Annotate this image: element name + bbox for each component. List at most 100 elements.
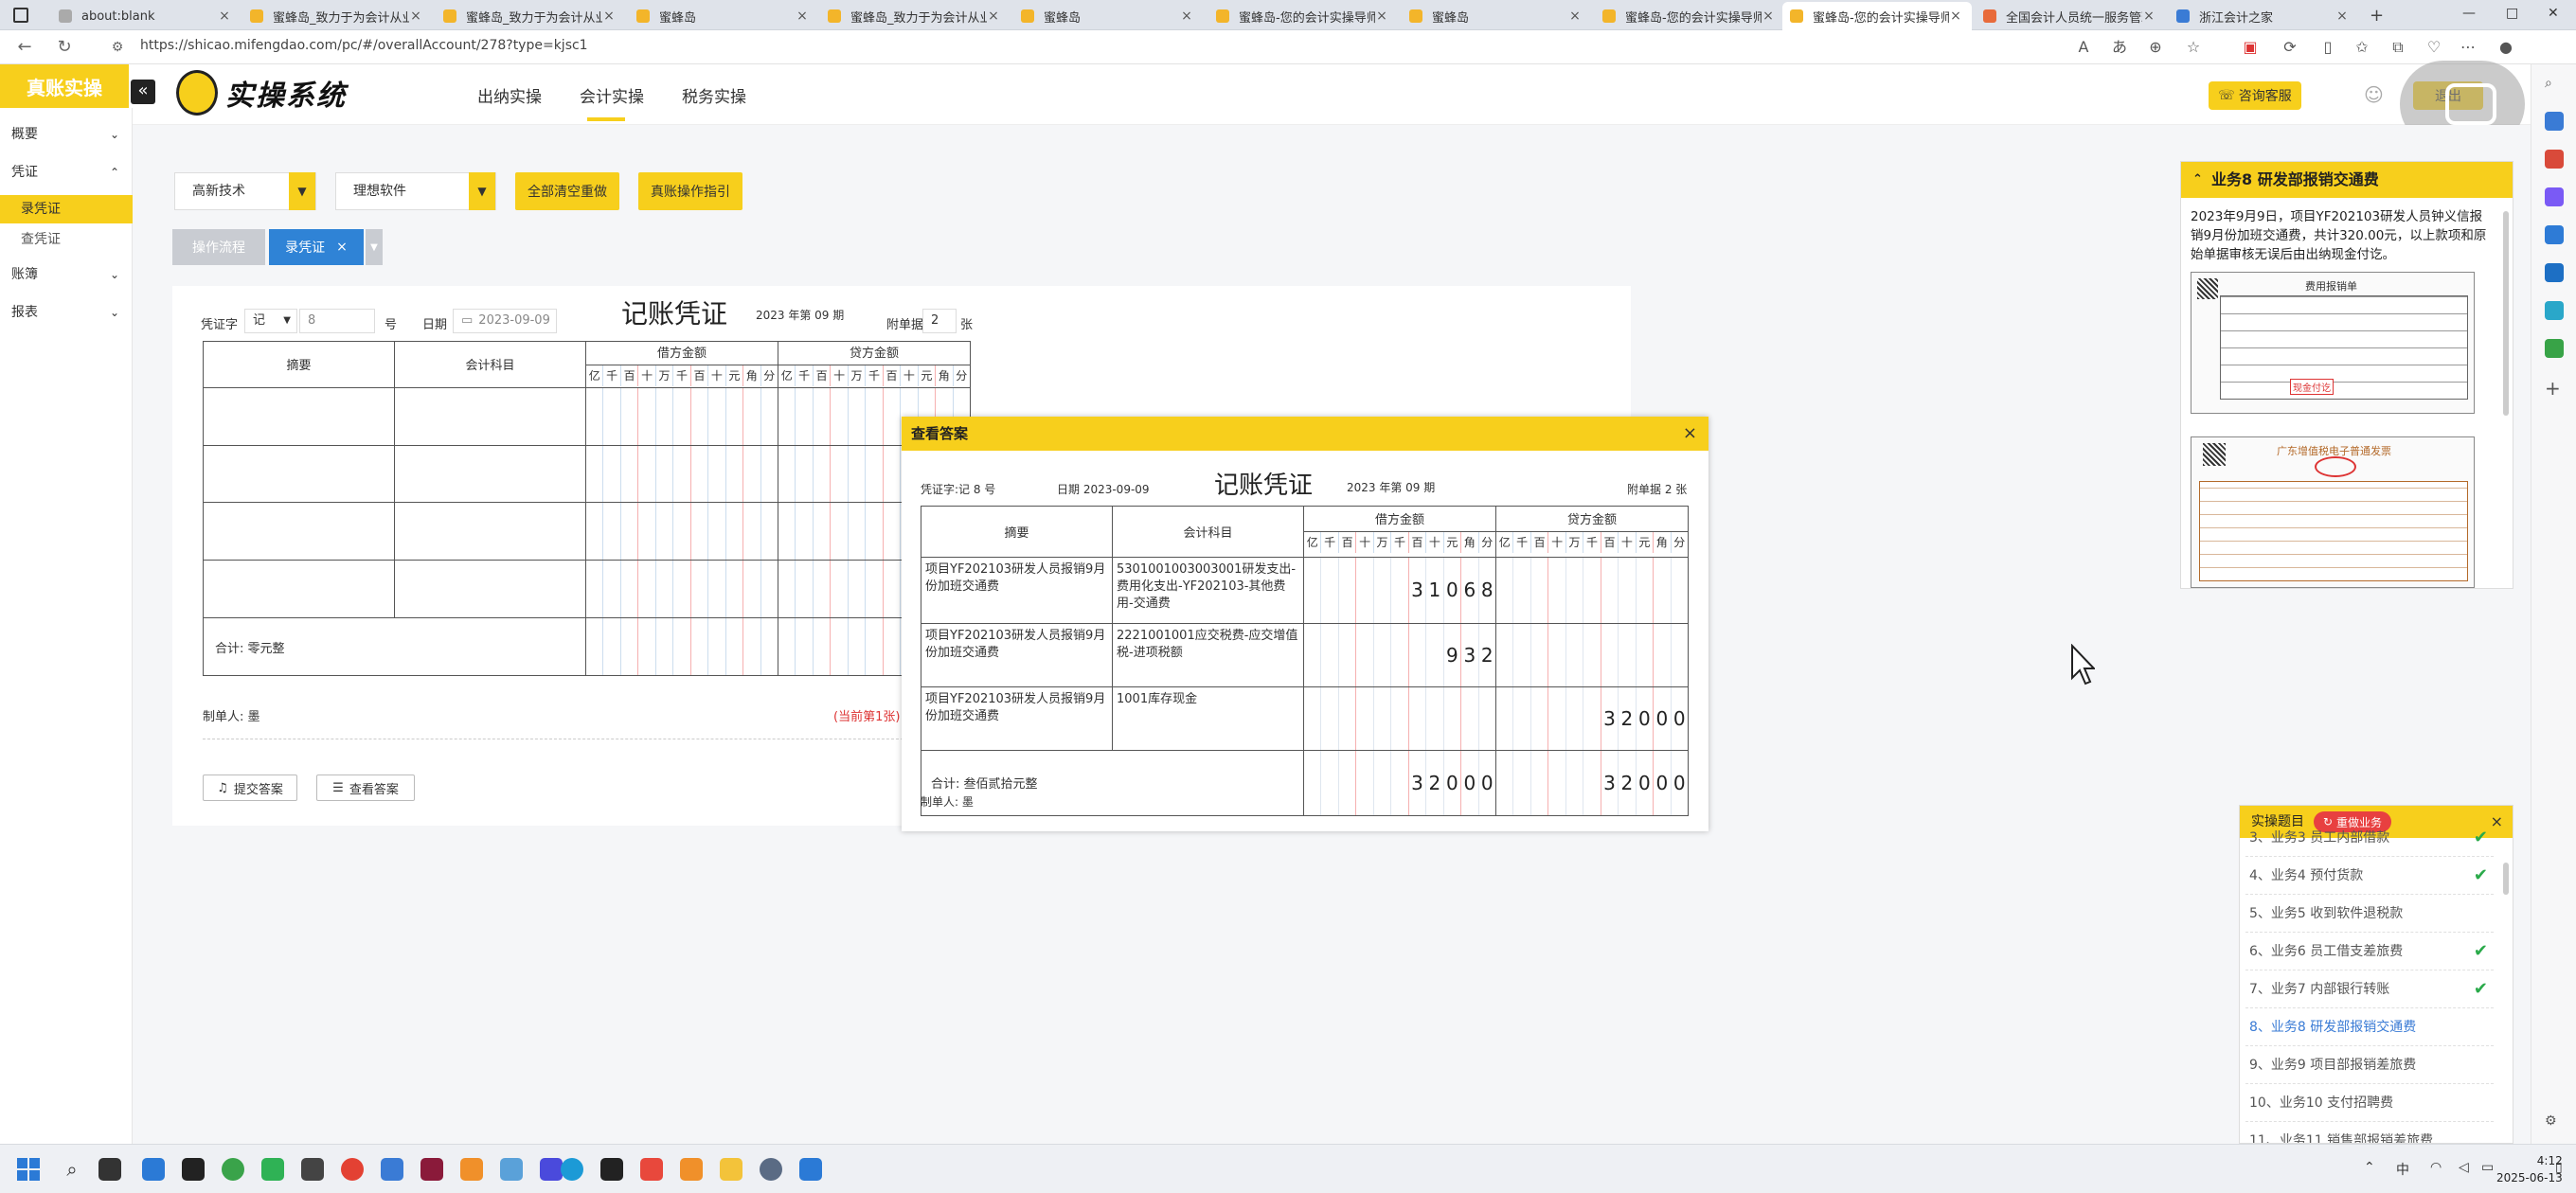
browser-tab[interactable]: 蜜蜂岛-您的会计实操导师 × xyxy=(1782,2,1972,30)
close-window-icon[interactable]: ✕ xyxy=(2548,6,2559,21)
app-icon-1[interactable] xyxy=(142,1158,165,1181)
table-row[interactable] xyxy=(203,444,971,504)
app-icon-8[interactable] xyxy=(420,1158,443,1181)
collapse-sidebar-icon[interactable]: « xyxy=(131,80,155,104)
reset-all-button[interactable]: 全部清空重做 xyxy=(515,172,619,210)
tab-entry-voucher[interactable]: 录凭证 × xyxy=(269,229,364,265)
summary-cell[interactable] xyxy=(203,444,395,504)
reload-icon[interactable]: ↻ xyxy=(55,38,74,57)
task-list-item[interactable]: 4、业务4 预付货款 ✔ xyxy=(2245,857,2494,895)
browser-tab[interactable]: 蜜蜂岛 × xyxy=(1402,2,1591,30)
nav-accounting[interactable]: 会计实操 xyxy=(580,83,644,107)
app-icon-15[interactable] xyxy=(680,1158,703,1181)
task-list-item[interactable]: 7、业务7 内部银行转账 ✔ xyxy=(2245,970,2494,1008)
extension-red-icon[interactable]: ▣ xyxy=(2241,38,2260,57)
app-icon-3[interactable] xyxy=(222,1158,244,1181)
task-list-item[interactable]: 5、业务5 收到软件退税款 xyxy=(2245,895,2494,933)
close-icon[interactable]: × xyxy=(1375,9,1388,24)
submit-answer-button[interactable]: ♫ 提交答案 xyxy=(203,775,297,801)
voucher-word-select[interactable]: 记 ▼ xyxy=(244,309,297,333)
sidebar-sub-entry-voucher[interactable]: 录凭证 xyxy=(0,195,133,223)
more-menu-icon[interactable]: ⋯ xyxy=(2459,38,2478,57)
close-icon[interactable]: × xyxy=(336,240,348,255)
task-list-item[interactable]: 8、业务8 研发部报销交通费 xyxy=(2245,1008,2494,1046)
app-icon-18[interactable] xyxy=(799,1158,822,1181)
task-list-item[interactable]: 9、业务9 项目部报销差旅费 xyxy=(2245,1046,2494,1084)
close-icon[interactable]: × xyxy=(602,9,616,24)
invoice-image[interactable]: 广东增值税电子普通发票 xyxy=(2191,436,2475,588)
close-icon[interactable]: × xyxy=(1762,9,1775,24)
drop-icon[interactable] xyxy=(2545,301,2564,320)
attach-count-input[interactable]: 2 xyxy=(922,309,957,333)
tab-dropdown-icon[interactable]: ▼ xyxy=(366,229,383,265)
browser-essentials-icon[interactable]: ♡ xyxy=(2424,38,2443,57)
app-icon-7[interactable] xyxy=(381,1158,403,1181)
wifi-icon[interactable]: ◠ xyxy=(2430,1160,2442,1175)
summary-cell[interactable] xyxy=(203,502,395,561)
task-list-item[interactable]: 6、业务6 员工借支差旅费 ✔ xyxy=(2245,933,2494,970)
close-icon[interactable]: × xyxy=(2142,9,2156,24)
notification-icon[interactable]: ▯ xyxy=(2555,1160,2563,1175)
settings-icon[interactable] xyxy=(760,1158,782,1181)
ime-indicator[interactable]: 中 xyxy=(2396,1160,2409,1179)
app-icon-11[interactable] xyxy=(540,1158,563,1181)
debit-cell[interactable] xyxy=(585,386,778,446)
browser-tab[interactable]: 蜜蜂岛-您的会计实操导师 × xyxy=(1208,2,1398,30)
office-icon[interactable] xyxy=(2545,225,2564,244)
add-icon[interactable]: + xyxy=(2545,377,2564,400)
close-icon[interactable]: × xyxy=(1949,9,1962,24)
app-icon-2[interactable] xyxy=(182,1158,205,1181)
clock[interactable]: 4:12 2025-06-13 xyxy=(2496,1152,2563,1186)
refresh-ext-icon[interactable]: ⟳ xyxy=(2281,38,2299,57)
tools-icon[interactable] xyxy=(2545,150,2564,169)
task-view-icon[interactable] xyxy=(98,1158,121,1181)
battery-icon[interactable]: ▭ xyxy=(2481,1160,2494,1175)
tab-operation-flow[interactable]: 操作流程 xyxy=(172,229,265,265)
browser-tab[interactable]: 蜜蜂岛_致力于为会计从业 × xyxy=(436,2,625,30)
close-icon[interactable]: × xyxy=(987,9,1000,24)
chevron-up-icon[interactable]: ⌃ xyxy=(2192,162,2203,198)
close-icon[interactable]: × xyxy=(218,9,231,24)
app-icon-5[interactable] xyxy=(301,1158,324,1181)
back-icon[interactable]: ← xyxy=(15,38,34,57)
task-list-item[interactable]: 11、业务11 销售部报销差旅费 xyxy=(2245,1122,2494,1143)
task-list-item[interactable]: 10、业务10 支付招聘费 xyxy=(2245,1084,2494,1122)
new-tab-icon[interactable]: + xyxy=(2370,6,2384,26)
profile-avatar-icon[interactable]: ● xyxy=(2496,38,2515,57)
debit-cell[interactable] xyxy=(585,444,778,504)
date-input[interactable]: ▭ 2023-09-09 xyxy=(453,309,557,333)
guide-button[interactable]: 真账操作指引 xyxy=(638,172,742,210)
browser-tab[interactable]: 蜜蜂岛_致力于为会计从业 × xyxy=(820,2,1010,30)
minimize-icon[interactable]: — xyxy=(2462,6,2476,21)
translate-icon[interactable]: あ xyxy=(2110,38,2129,57)
app-icon-9[interactable] xyxy=(460,1158,483,1181)
outlook-icon[interactable] xyxy=(2545,263,2564,282)
close-icon[interactable]: × xyxy=(1568,9,1582,24)
table-row[interactable] xyxy=(203,560,971,619)
games-icon[interactable] xyxy=(2545,187,2564,206)
account-cell[interactable] xyxy=(394,502,586,561)
chrome-icon[interactable] xyxy=(341,1158,364,1181)
app-icon-14[interactable] xyxy=(640,1158,663,1181)
url-field[interactable]: https://shicao.mifengdao.com/pc/#/overal… xyxy=(140,38,588,53)
search-icon[interactable]: ⌕ xyxy=(2545,76,2564,95)
volume-icon[interactable]: ◁ xyxy=(2459,1160,2469,1175)
maximize-icon[interactable]: □ xyxy=(2506,6,2518,21)
split-screen-icon[interactable]: ▯ xyxy=(2318,38,2337,57)
edge-icon[interactable] xyxy=(561,1158,583,1181)
tray-chevron-icon[interactable]: ⌃ xyxy=(2364,1160,2375,1175)
expense-form-image[interactable]: 费用报销单 现金付讫 xyxy=(2191,272,2475,414)
summary-cell[interactable] xyxy=(203,560,395,619)
file-explorer-icon[interactable] xyxy=(720,1158,742,1181)
start-icon[interactable] xyxy=(17,1158,40,1181)
app-icon-10[interactable] xyxy=(500,1158,523,1181)
voucher-number-input[interactable]: 8 xyxy=(299,309,375,333)
sidebar-item-ledger[interactable]: 账簿 ⌄ xyxy=(0,258,133,292)
task-title-bar[interactable]: ⌃ 业务8 研发部报销交通费 xyxy=(2181,162,2513,198)
industry-select[interactable]: 高新技术 ▼ xyxy=(174,172,316,210)
view-answer-button[interactable]: ☰ 查看答案 xyxy=(316,775,415,801)
favorites-icon[interactable]: ✩ xyxy=(2352,38,2371,57)
sidebar-sub-query-voucher[interactable]: 查凭证 xyxy=(0,225,133,254)
table-row[interactable] xyxy=(203,386,971,446)
app-icon-4[interactable] xyxy=(261,1158,284,1181)
